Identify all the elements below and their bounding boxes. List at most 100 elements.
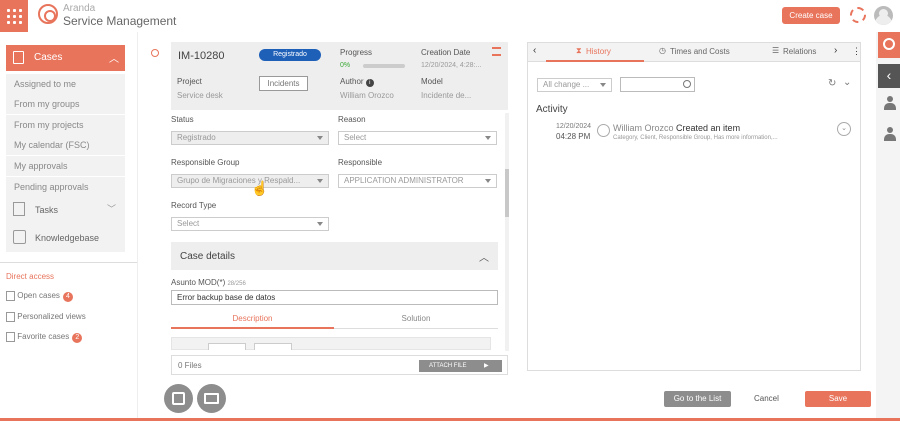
sidebar-item-tasks[interactable]: Tasks ﹀ bbox=[6, 196, 125, 224]
subject-counter: 28/256 bbox=[227, 281, 246, 287]
sidebar: Cases ︿ Assigned to me From my groups Fr… bbox=[0, 32, 137, 418]
info-icon[interactable]: i bbox=[365, 79, 374, 87]
knowledgebase-label: Knowledgebase bbox=[35, 233, 100, 243]
aranda-logo-icon bbox=[38, 4, 58, 24]
responsible-select[interactable]: APPLICATION ADMINISTRATOR bbox=[338, 174, 497, 188]
tasks-label: Tasks bbox=[35, 205, 59, 215]
case-info-card: IM-10280 Registrado Progress 0% Creation… bbox=[171, 42, 508, 110]
expand-entry-icon[interactable]: ⌄ bbox=[837, 122, 851, 136]
caret-down-icon bbox=[317, 222, 323, 226]
hand-cursor-icon: ☝ bbox=[251, 180, 269, 196]
person-icon[interactable] bbox=[884, 127, 896, 143]
incidents-button[interactable]: Incidents bbox=[259, 76, 308, 91]
chevron-left-icon[interactable]: ‹ bbox=[533, 45, 536, 56]
model-label: Model bbox=[421, 77, 443, 86]
sidebar-item-my-calendar[interactable]: My calendar (FSC) bbox=[6, 135, 125, 155]
tab-solution[interactable]: Solution bbox=[334, 311, 498, 329]
tab-history-label: History bbox=[586, 47, 611, 56]
reason-select[interactable]: Select bbox=[338, 131, 497, 145]
play-icon: ▶ bbox=[484, 363, 489, 369]
status-badge: Registrado bbox=[259, 49, 321, 61]
history-search-input[interactable] bbox=[620, 77, 695, 92]
list-icon bbox=[6, 312, 15, 322]
history-filter-select[interactable]: All change ... bbox=[537, 78, 612, 92]
activity-action: Created an item bbox=[676, 123, 741, 133]
sidebar-item-knowledgebase[interactable]: Knowledgebase bbox=[6, 224, 125, 252]
gear-icon[interactable] bbox=[850, 7, 866, 23]
tab-times-costs[interactable]: Times and Costs bbox=[670, 47, 730, 56]
refresh-icon[interactable]: ↻ bbox=[828, 78, 836, 89]
tab-relations[interactable]: Relations bbox=[783, 47, 816, 56]
sidebar-item-pending-approvals[interactable]: Pending approvals bbox=[6, 177, 125, 197]
collapse-panel-icon[interactable] bbox=[151, 49, 159, 57]
person-icon[interactable] bbox=[884, 96, 896, 112]
case-details-title: Case details bbox=[180, 251, 236, 262]
brand-product: Service Management bbox=[63, 14, 177, 28]
mail-icon bbox=[204, 393, 219, 404]
open-cases-link[interactable]: Open cases 4 bbox=[6, 291, 73, 303]
tab-history[interactable]: ⧗ History bbox=[546, 43, 644, 62]
project-value: Service desk bbox=[177, 91, 223, 100]
sidebar-divider bbox=[0, 262, 137, 263]
favorite-cases-link[interactable]: Favorite cases 2 bbox=[6, 332, 83, 344]
email-button[interactable] bbox=[197, 384, 226, 413]
assistant-button[interactable] bbox=[878, 32, 900, 58]
knowledgebase-icon bbox=[13, 230, 26, 244]
case-id: IM-10280 bbox=[178, 50, 225, 62]
form-scrollbar[interactable] bbox=[505, 113, 509, 351]
personalized-views-label: Personalized views bbox=[17, 312, 86, 322]
list-view-icon[interactable] bbox=[492, 47, 501, 56]
subject-input[interactable]: Error backup base de datos bbox=[171, 290, 498, 305]
editor-size-select[interactable] bbox=[254, 343, 292, 350]
sidebar-cases-header[interactable]: Cases ︿ bbox=[6, 45, 125, 71]
status-label: Status bbox=[171, 115, 194, 124]
sidebar-item-from-my-groups[interactable]: From my groups bbox=[6, 94, 125, 114]
sidebar-border bbox=[137, 32, 138, 418]
cases-icon bbox=[13, 51, 24, 64]
open-cases-label: Open cases bbox=[17, 291, 60, 301]
create-case-button[interactable]: Create case bbox=[782, 7, 840, 24]
progress-bar bbox=[363, 64, 405, 68]
cases-label: Cases bbox=[34, 52, 63, 63]
responsible-group-select[interactable]: Grupo de Migraciones y Respald... bbox=[171, 174, 329, 188]
brand-name: Aranda bbox=[63, 3, 96, 14]
personalized-views-link[interactable]: Personalized views bbox=[6, 312, 86, 322]
responsible-group-label: Responsible Group bbox=[171, 158, 240, 167]
expand-all-icon[interactable]: ⌄ bbox=[843, 77, 851, 88]
note-button[interactable] bbox=[164, 384, 193, 413]
author-label-text: Author bbox=[340, 77, 364, 86]
history-tabs: ‹ ⧗ History ◷ Times and Costs ☰ Relation… bbox=[528, 43, 861, 62]
caret-down-icon bbox=[485, 179, 491, 183]
case-form: Status Registrado Reason Select Responsi… bbox=[167, 113, 510, 350]
pencil-icon bbox=[597, 124, 610, 137]
chevron-up-icon: ︿ bbox=[109, 54, 119, 65]
sidebar-item-my-approvals[interactable]: My approvals bbox=[6, 156, 125, 176]
apps-grid-icon[interactable] bbox=[0, 0, 28, 32]
sidebar-item-assigned-to-me[interactable]: Assigned to me bbox=[6, 74, 125, 94]
attach-file-button[interactable]: ATTACH FILE ▶ bbox=[419, 360, 502, 372]
sidebar-item-from-my-projects[interactable]: From my projects bbox=[6, 115, 125, 135]
history-filter-value: All change ... bbox=[543, 80, 590, 89]
caret-down-icon bbox=[317, 136, 323, 140]
star-icon bbox=[6, 332, 15, 342]
user-avatar[interactable] bbox=[874, 6, 893, 25]
cancel-button[interactable]: Cancel bbox=[754, 394, 779, 403]
progress-value: 0% bbox=[340, 62, 351, 69]
chevron-right-icon[interactable]: › bbox=[834, 45, 837, 56]
creation-date-label: Creation Date bbox=[421, 48, 471, 57]
clock-icon: ◷ bbox=[659, 46, 666, 55]
chevron-down-icon: ﹀ bbox=[107, 204, 117, 214]
relations-icon: ☰ bbox=[772, 46, 780, 55]
record-type-select[interactable]: Select bbox=[171, 217, 329, 231]
case-details-header[interactable]: Case details ︿ bbox=[171, 242, 498, 270]
more-vertical-icon[interactable]: ⋮ bbox=[852, 46, 861, 57]
save-button[interactable]: Save bbox=[805, 391, 871, 407]
chevron-left-icon[interactable]: ‹ bbox=[878, 64, 900, 88]
progress-label: Progress bbox=[340, 48, 373, 57]
tab-description[interactable]: Description bbox=[171, 311, 334, 329]
favorite-cases-count: 2 bbox=[72, 333, 83, 344]
go-to-list-button[interactable]: Go to the List bbox=[664, 391, 731, 407]
editor-format-select[interactable] bbox=[208, 343, 246, 350]
author-label: Author i bbox=[340, 77, 374, 87]
status-select[interactable]: Registrado bbox=[171, 131, 329, 145]
